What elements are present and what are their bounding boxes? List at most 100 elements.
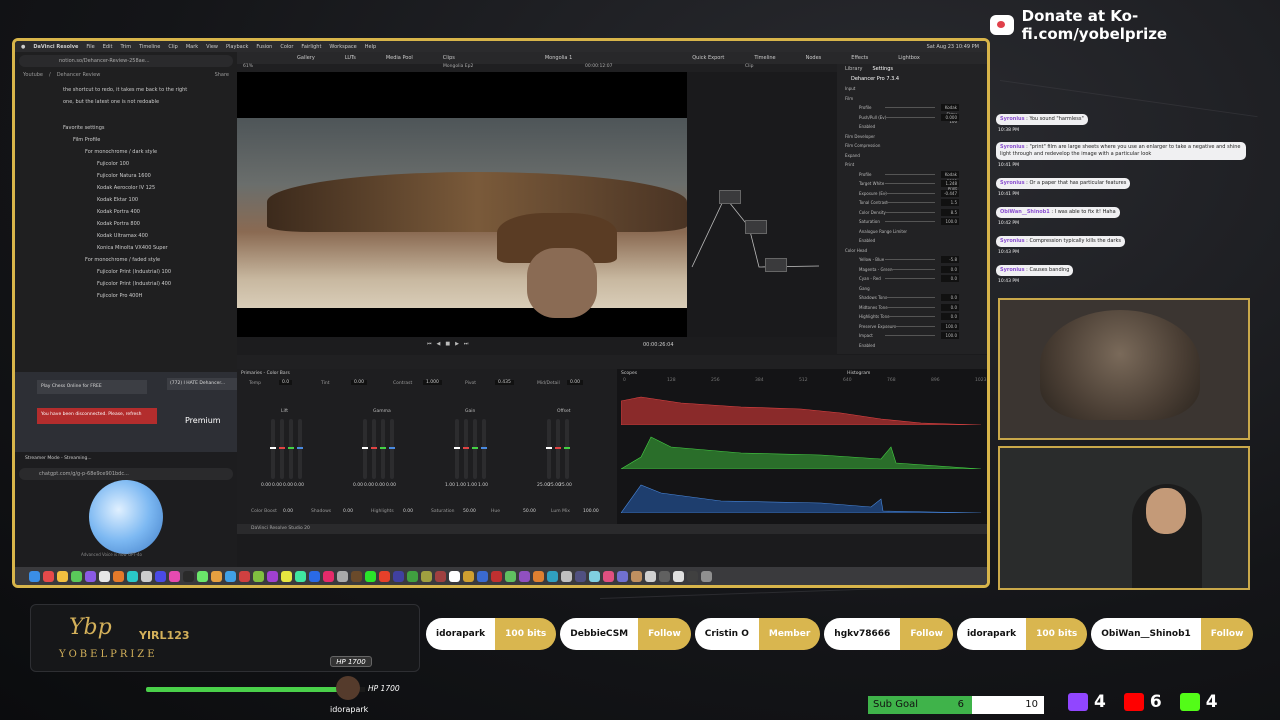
- inspector-slider[interactable]: [885, 335, 935, 336]
- section-film-developer[interactable]: Film Developer: [837, 132, 987, 142]
- inspector-row[interactable]: Gang: [837, 284, 987, 294]
- dock-app-icon[interactable]: [701, 570, 712, 582]
- dock-app-icon[interactable]: [673, 570, 684, 582]
- dock-app-icon[interactable]: [379, 570, 390, 582]
- menu-fairlight[interactable]: Fairlight: [301, 44, 321, 50]
- dock-app-icon[interactable]: [295, 570, 306, 582]
- tab-effects[interactable]: Effects: [851, 55, 868, 61]
- tab-settings[interactable]: Settings: [872, 66, 893, 72]
- menu-view[interactable]: View: [206, 44, 218, 50]
- wheel-value[interactable]: 1.00: [478, 483, 488, 488]
- color-wheel-gamma[interactable]: Gamma 0.00 0.00 0.00 0.00: [349, 409, 409, 489]
- dock-app-icon[interactable]: [589, 570, 600, 582]
- dock-app-icon[interactable]: [617, 570, 628, 582]
- dock-app-icon[interactable]: [365, 570, 376, 582]
- inspector-slider[interactable]: [885, 116, 935, 118]
- dock-app-icon[interactable]: [253, 570, 264, 582]
- wheel-value[interactable]: 0.00: [294, 483, 304, 488]
- dock-app-icon[interactable]: [113, 570, 124, 582]
- dock-app-icon[interactable]: [505, 570, 516, 582]
- wheel-slider[interactable]: [279, 419, 285, 479]
- dock-app-icon[interactable]: [127, 570, 138, 582]
- primaries-value[interactable]: 0.00: [567, 380, 584, 385]
- inspector-row[interactable]: Profile Kodak Ektar 100: [837, 103, 987, 124]
- inspector-slider[interactable]: [885, 173, 935, 175]
- inspector-slider[interactable]: [885, 306, 935, 308]
- node-03[interactable]: [765, 258, 787, 272]
- youtube-tab[interactable]: (772) I HATE Dehancer...: [167, 378, 237, 390]
- inspector-value[interactable]: 1.5: [941, 199, 959, 206]
- apple-icon[interactable]: ●: [21, 44, 25, 50]
- dock-app-icon[interactable]: [603, 570, 614, 582]
- dock-app-icon[interactable]: [631, 570, 642, 582]
- wheel-slider[interactable]: [270, 419, 276, 479]
- inspector-row[interactable]: Profile Kodak 2383 Print Film: [837, 170, 987, 198]
- inspector-slider[interactable]: [885, 211, 935, 213]
- inspector-slider[interactable]: [885, 202, 935, 203]
- menu-file[interactable]: File: [86, 44, 94, 50]
- notion-url-bar[interactable]: notion.so/Dehancer-Review-258ae...: [19, 55, 233, 67]
- breadcrumb-page[interactable]: Dehancer Review: [57, 72, 101, 78]
- section-color-head[interactable]: Color Head: [837, 246, 987, 256]
- wheel-value[interactable]: 0.00: [364, 483, 374, 488]
- inspector-row[interactable]: Enabled: [837, 122, 987, 132]
- dock-app-icon[interactable]: [575, 570, 586, 582]
- dock-app-icon[interactable]: [155, 570, 166, 582]
- menu-playback[interactable]: Playback: [226, 44, 248, 50]
- inspector-value[interactable]: Kodak 2383 Print Film: [941, 170, 959, 198]
- inspector-row[interactable]: Magenta - Green 0.0: [837, 265, 987, 275]
- inspector-slider[interactable]: [885, 325, 935, 327]
- viewer[interactable]: [237, 72, 687, 337]
- wheel-slider[interactable]: [288, 419, 294, 479]
- inspector-value[interactable]: 100.0: [941, 218, 959, 225]
- wheel-slider-knob[interactable]: [380, 447, 386, 449]
- menu-mark[interactable]: Mark: [186, 44, 198, 50]
- wheel-slider-knob[interactable]: [454, 447, 460, 449]
- inspector-row[interactable]: Target White 1.248: [837, 179, 987, 189]
- wheel-slider-knob[interactable]: [270, 447, 276, 449]
- inspector-row[interactable]: Saturation 100.0: [837, 217, 987, 227]
- dock-app-icon[interactable]: [533, 570, 544, 582]
- color-wheel-offset[interactable]: Offset 25.00 25.00 25.00: [533, 409, 593, 489]
- inspector-slider[interactable]: [885, 107, 935, 108]
- chatgpt-tab[interactable]: Streamer Mode - Streaming...: [15, 452, 237, 465]
- quick-export[interactable]: Quick Export: [692, 55, 724, 61]
- dock-app-icon[interactable]: [309, 570, 320, 582]
- dock-app-icon[interactable]: [85, 570, 96, 582]
- menu-edit[interactable]: Edit: [103, 44, 113, 50]
- dock-app-icon[interactable]: [519, 570, 530, 582]
- zoom-level[interactable]: 61%: [243, 64, 253, 69]
- inspector-row[interactable]: Enabled: [837, 236, 987, 246]
- dock-app-icon[interactable]: [99, 570, 110, 582]
- wheel-value[interactable]: 1.00: [467, 483, 477, 488]
- dock-app-icon[interactable]: [57, 570, 68, 582]
- inspector-value[interactable]: 1.248: [941, 180, 959, 187]
- color-wheel-gain[interactable]: Gain 1.00 1.00 1.00 1.00: [441, 409, 501, 489]
- wheel-value[interactable]: 0.00: [261, 483, 271, 488]
- timeline-name[interactable]: Mongolia Ep2: [443, 64, 473, 69]
- inspector-row[interactable]: Tonal Contrast 1.5: [837, 198, 987, 208]
- menu-color[interactable]: Color: [280, 44, 293, 50]
- inspector-slider[interactable]: [885, 259, 935, 260]
- dock-app-icon[interactable]: [449, 570, 460, 582]
- primaries-value[interactable]: 0.0: [279, 380, 293, 385]
- dock-app-icon[interactable]: [561, 570, 572, 582]
- inspector-row[interactable]: Yellow - Blue -5.8: [837, 255, 987, 265]
- dock-app-icon[interactable]: [645, 570, 656, 582]
- wheel-slider[interactable]: [472, 419, 478, 479]
- wheel-value[interactable]: 25.00: [559, 483, 572, 488]
- dock-app-icon[interactable]: [169, 570, 180, 582]
- inspector-row[interactable]: Impact 100.0: [837, 331, 987, 341]
- dock-app-icon[interactable]: [491, 570, 502, 582]
- dock-app-icon[interactable]: [659, 570, 670, 582]
- menu-help[interactable]: Help: [365, 44, 376, 50]
- dock-app-icon[interactable]: [337, 570, 348, 582]
- wheel-value[interactable]: 1.00: [456, 483, 466, 488]
- section-film-compression[interactable]: Film Compression: [837, 141, 987, 151]
- menu-timeline[interactable]: Timeline: [139, 44, 160, 50]
- section-film[interactable]: Film: [837, 94, 987, 104]
- wheel-slider-knob[interactable]: [288, 447, 294, 449]
- inspector-row[interactable]: Exposure (Ev) -0.447: [837, 189, 987, 199]
- inspector-value[interactable]: -0.447: [941, 189, 959, 197]
- section-expand[interactable]: Expand: [837, 151, 987, 161]
